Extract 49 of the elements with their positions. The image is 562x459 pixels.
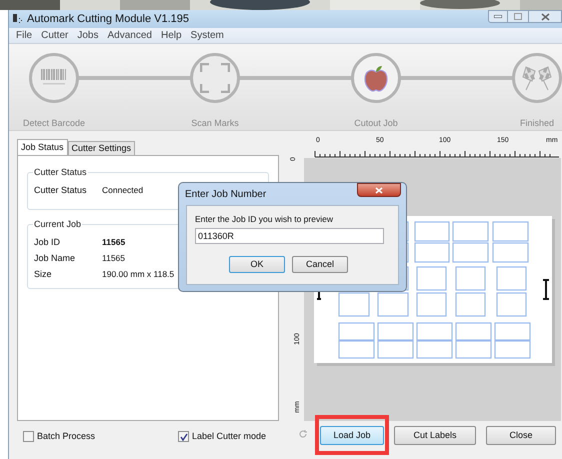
field-label: Job Name xyxy=(34,253,76,264)
step-label: Cutout Job xyxy=(354,116,398,130)
field-label: Size xyxy=(34,269,53,280)
minimize-icon xyxy=(494,15,502,18)
push-button[interactable]: Load Job xyxy=(320,426,384,446)
field-value: 190.00 mm x 118.5 xyxy=(102,269,174,280)
field-label: Cutter Status xyxy=(34,185,88,196)
menu-item[interactable]: Cutter xyxy=(41,28,68,43)
close-button[interactable] xyxy=(528,10,562,23)
tab[interactable]: Cutter Settings xyxy=(68,141,136,155)
refresh-icon[interactable] xyxy=(298,429,308,439)
dialog-button[interactable]: Cancel xyxy=(292,256,348,273)
apple-icon xyxy=(363,64,389,92)
app-icon xyxy=(12,13,24,25)
tab[interactable]: Job Status xyxy=(17,139,68,155)
step-label: Detect Barcode xyxy=(22,116,86,130)
menu-item[interactable]: Advanced xyxy=(107,28,152,43)
push-button[interactable]: Close xyxy=(486,426,556,446)
group-title: Current Job xyxy=(33,218,82,230)
checkbox[interactable] xyxy=(23,431,34,442)
push-button[interactable]: Cut Labels xyxy=(394,426,476,446)
field-value: 11565 xyxy=(102,237,126,248)
barcode-icon xyxy=(41,68,67,87)
group-title: Cutter Status xyxy=(33,166,88,178)
close-button[interactable] xyxy=(357,183,401,197)
dialog-button[interactable]: OK xyxy=(229,256,285,273)
frame-corners-icon xyxy=(200,62,230,93)
dialog-prompt: Enter the Job ID you wish to preview xyxy=(195,214,334,225)
checkbox[interactable] xyxy=(178,431,189,442)
step-label: Scan Marks xyxy=(191,116,239,130)
checkmark-icon xyxy=(180,432,188,441)
window-title: Automark Cutting Module V1.195 xyxy=(27,12,190,27)
menu-item[interactable]: File xyxy=(16,28,32,43)
checkered-flags-icon xyxy=(522,64,552,91)
field-value: Connected xyxy=(102,185,144,196)
close-icon xyxy=(540,12,550,20)
minimize-button[interactable] xyxy=(488,10,508,23)
dialog-title: Enter Job Number xyxy=(185,188,266,202)
menu-item[interactable]: Jobs xyxy=(77,28,98,43)
menu-item[interactable]: Help xyxy=(160,28,182,43)
field-value: 11565 xyxy=(102,253,126,264)
close-icon xyxy=(375,186,383,194)
step-label: Finished xyxy=(520,116,554,130)
menu-item[interactable]: System xyxy=(190,28,224,43)
maximize-icon xyxy=(514,13,522,20)
input-field[interactable]: 011360R xyxy=(195,228,384,244)
checkbox-label: Batch Process xyxy=(37,430,96,443)
checkbox-label: Label Cutter mode xyxy=(192,430,266,443)
field-label: Job ID xyxy=(34,237,62,248)
